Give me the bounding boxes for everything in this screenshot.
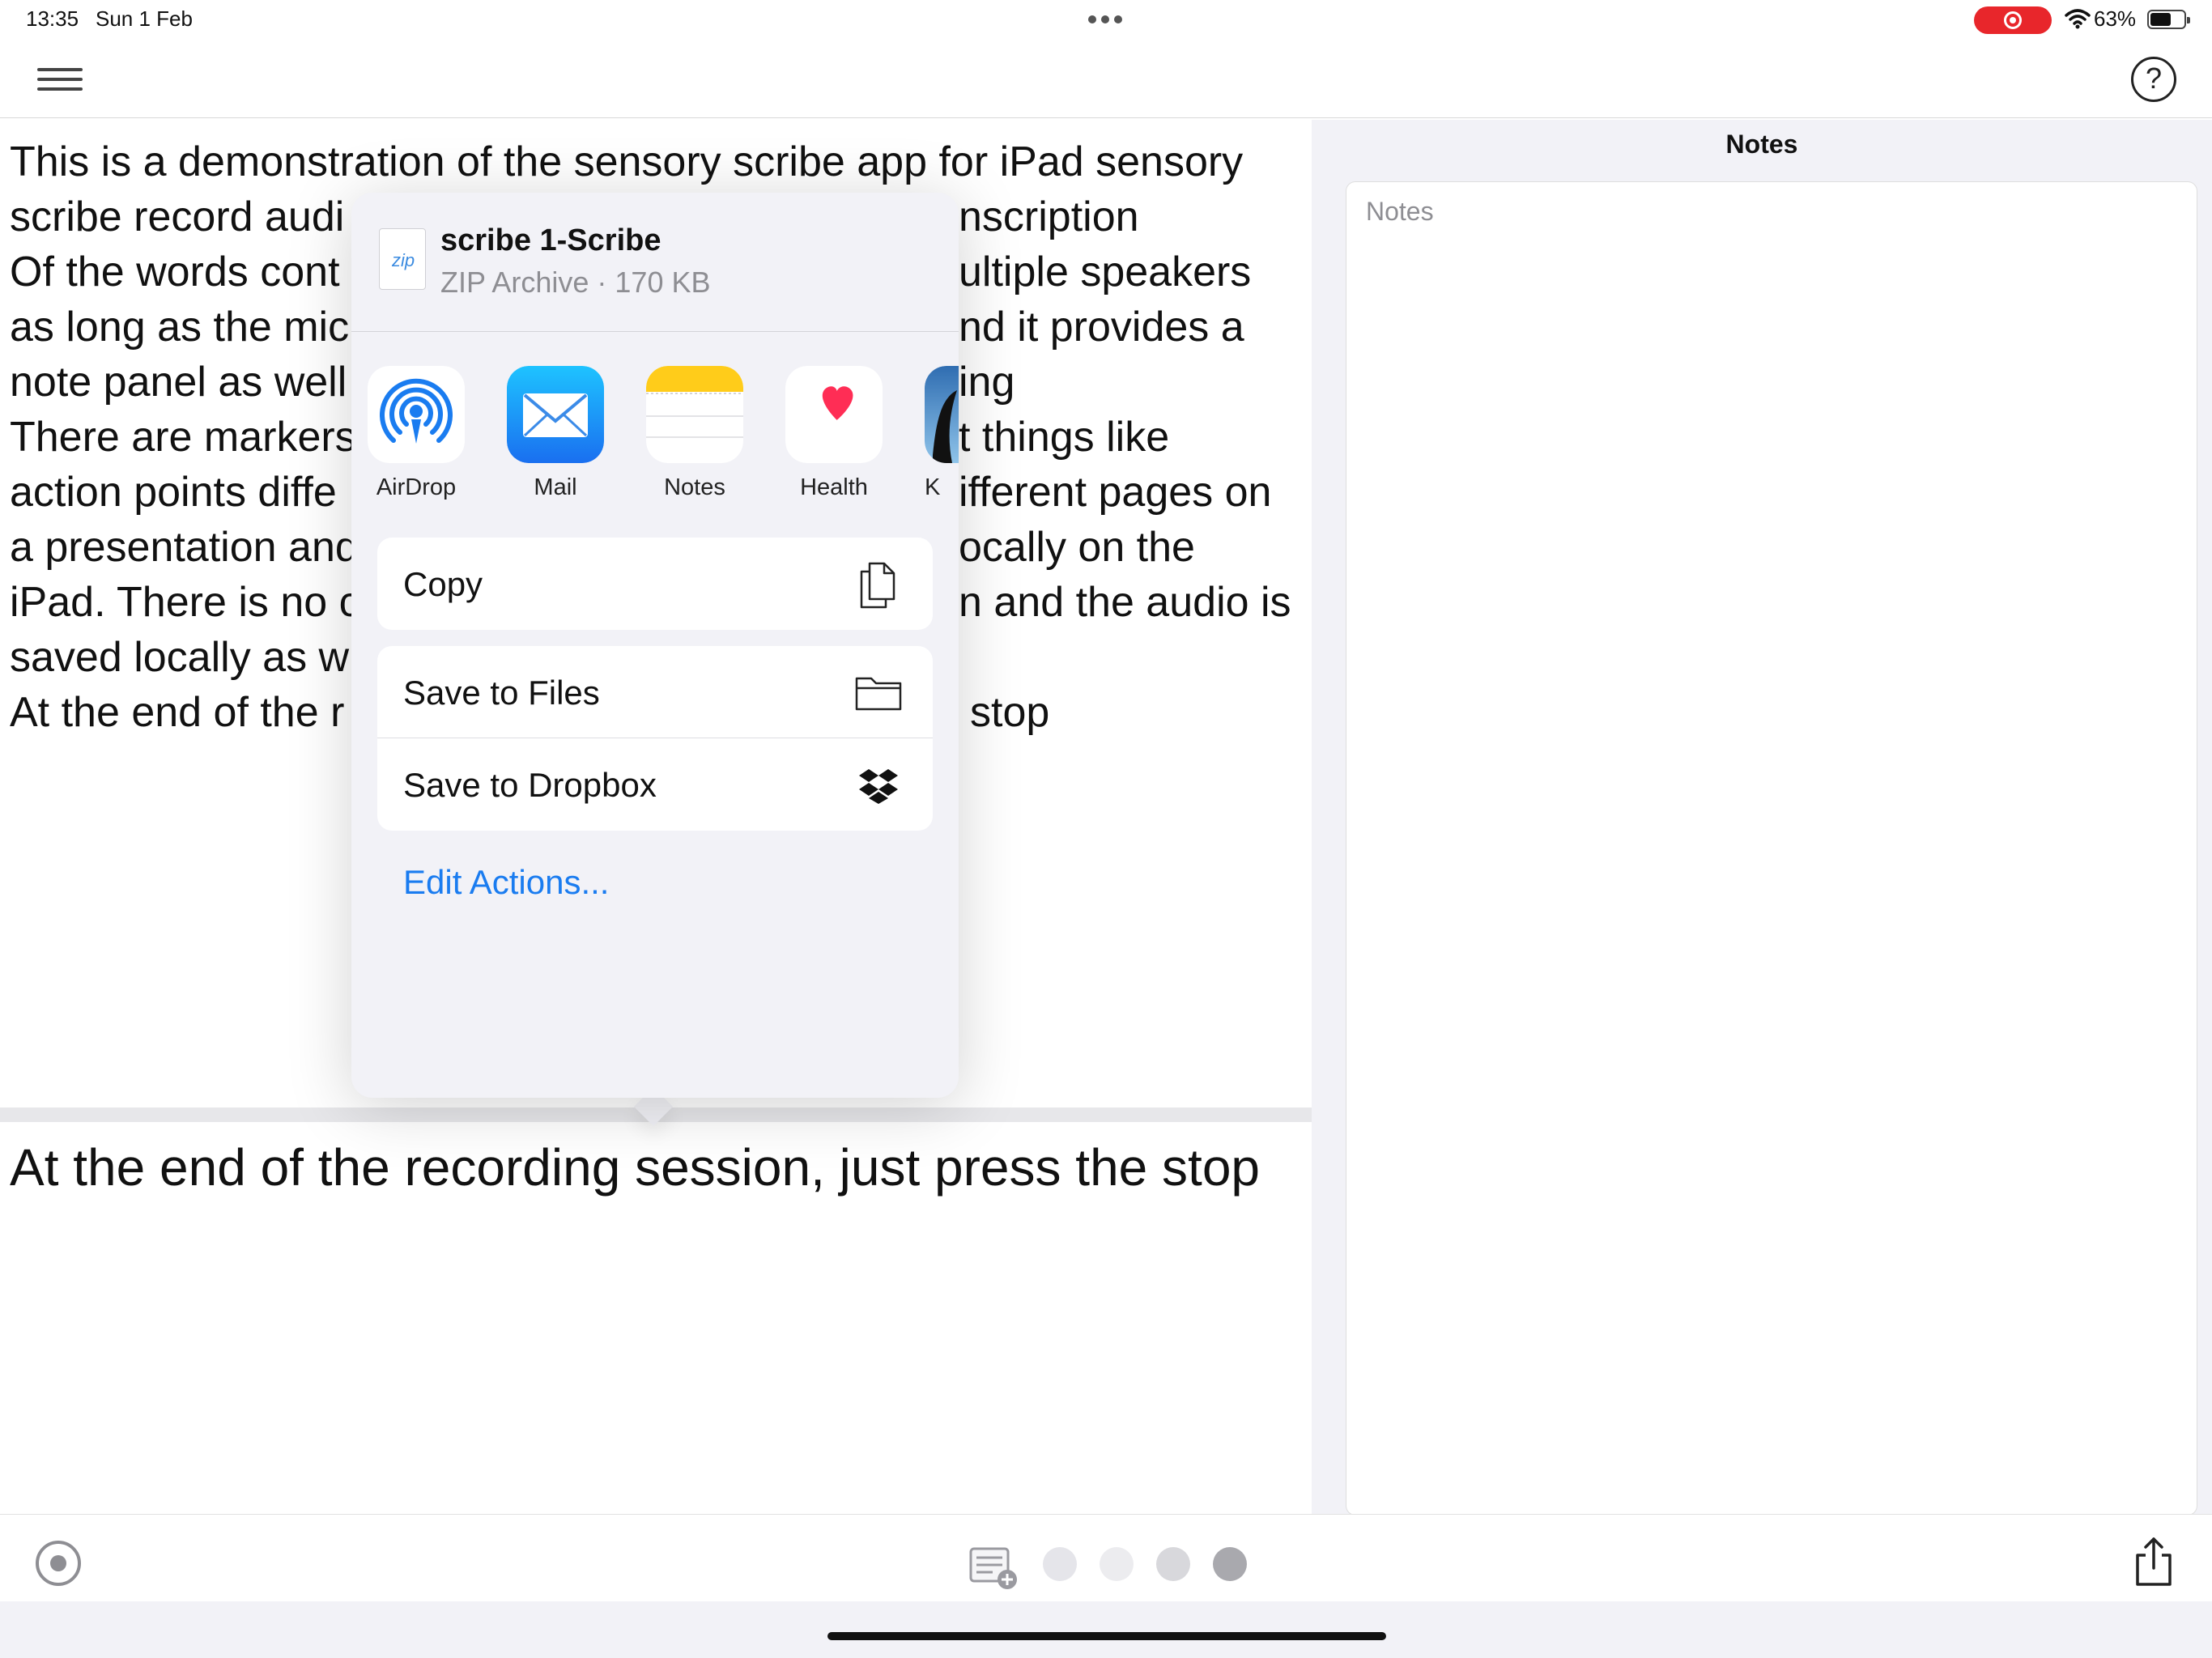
marker-dot[interactable] [1213, 1547, 1247, 1581]
share-app-notes[interactable]: Notes [630, 366, 759, 512]
share-app-label: K [925, 474, 941, 500]
battery-percentage: 63% [2094, 6, 2137, 31]
notes-input[interactable] [1346, 182, 2197, 1515]
status-bar: 13:35 Sun 1 Feb 63% [0, 0, 2212, 40]
zip-file-icon: zip [379, 228, 426, 290]
transcript-fragment: t things like [959, 414, 1170, 461]
transcript-fragment: ifferent pages on [959, 469, 1272, 516]
save-to-dropbox-action[interactable]: Save to Dropbox [377, 738, 933, 831]
health-icon [785, 366, 883, 463]
mail-icon [507, 366, 604, 463]
share-app-airdrop[interactable]: AirDrop [351, 366, 481, 512]
copy-action[interactable]: Copy [377, 538, 933, 630]
transcript-fragment: nscription [959, 193, 1139, 240]
share-app-mail[interactable]: Mail [491, 366, 620, 512]
copy-action-label: Copy [403, 565, 483, 603]
help-icon[interactable]: ? [2131, 57, 2176, 102]
battery-icon [2147, 10, 2190, 29]
marker-dot[interactable] [1043, 1547, 1077, 1581]
save-to-files-label: Save to Files [403, 674, 600, 712]
notes-panel-title: Notes [1725, 130, 1798, 159]
transcript-fragment: ing [959, 359, 1015, 406]
edit-actions-link[interactable]: Edit Actions... [403, 863, 609, 902]
notes-box [1346, 181, 2197, 1516]
transcript-right-fragments: nscription ultiple speakers nd it provid… [959, 134, 1312, 740]
share-actions-group-save: Save to Files Save to Dropbox [377, 646, 933, 831]
notes-app-icon [646, 366, 743, 463]
share-app-label: Notes [664, 474, 725, 500]
transcript-fragment: n and the audio is [959, 579, 1291, 626]
home-area [0, 1601, 2212, 1658]
record-button[interactable] [36, 1541, 81, 1586]
status-time: 13:35 [26, 6, 79, 31]
multitasking-dots-icon[interactable] [1088, 8, 1124, 31]
screen-recording-indicator[interactable] [1974, 6, 2052, 34]
share-file-name: scribe 1-Scribe [440, 223, 661, 257]
hamburger-menu-icon[interactable] [37, 65, 83, 94]
marker-dot[interactable] [1156, 1547, 1190, 1581]
airdrop-icon [368, 366, 465, 463]
transcript-fragment [959, 134, 1312, 189]
share-file-meta: ZIP Archive · 170 KB [440, 266, 711, 299]
home-indicator[interactable] [827, 1632, 1386, 1640]
copy-icon [860, 562, 895, 609]
save-to-files-action[interactable]: Save to Files [377, 646, 933, 738]
notes-panel: Notes [1312, 120, 2212, 1516]
marker-dot[interactable] [1100, 1547, 1134, 1581]
dropbox-icon [859, 769, 898, 804]
share-app-label: Mail [534, 474, 577, 500]
share-app-health[interactable]: Health [769, 366, 899, 512]
save-to-dropbox-label: Save to Dropbox [403, 766, 657, 804]
live-transcription-line: At the end of the recording session, jus… [10, 1138, 1260, 1197]
kindle-icon [925, 366, 959, 463]
transcript-fragment: stop [970, 689, 1050, 736]
share-app-label: Health [800, 474, 868, 500]
zip-file-icon-label: zip [391, 250, 415, 270]
bottom-toolbar [0, 1514, 2212, 1601]
share-app-kindle[interactable]: K [908, 366, 959, 512]
record-ring-icon [2004, 11, 2022, 29]
share-file-header: zip scribe 1-Scribe ZIP Archive · 170 KB [351, 193, 959, 332]
transcript-fragment [959, 630, 1312, 685]
add-marker-icon[interactable] [968, 1545, 1020, 1591]
transcript-fragment: nd it provides a [959, 304, 1244, 351]
share-apps-row: AirDrop Mail Notes Health K [351, 366, 959, 512]
share-sheet: zip scribe 1-Scribe ZIP Archive · 170 KB… [351, 193, 959, 1098]
transcript-fragment: ocally on the [959, 524, 1195, 571]
transcript-fragment: ultiple speakers [959, 249, 1252, 295]
share-icon[interactable] [2131, 1536, 2176, 1588]
top-navigation-bar: ? [0, 40, 2212, 118]
status-date: Sun 1 Feb [96, 6, 193, 31]
wifi-icon [2065, 9, 2091, 29]
share-actions-group-copy: Copy [377, 538, 933, 630]
folder-icon [855, 677, 902, 711]
share-app-label: AirDrop [376, 474, 457, 500]
